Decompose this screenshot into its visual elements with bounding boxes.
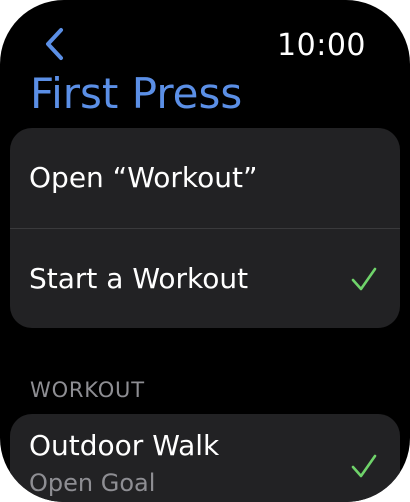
chevron-left-icon	[46, 28, 63, 60]
workout-item-outdoor-walk[interactable]: Outdoor Walk Open Goal	[10, 414, 400, 502]
back-button[interactable]	[38, 26, 70, 62]
status-time: 10:00	[277, 28, 366, 63]
first-press-options: Open “Workout” Start a Workout	[10, 128, 400, 328]
watch-screen: 10:00 First Press Open “Workout” Start a…	[0, 0, 410, 502]
workout-item-title: Outdoor Walk	[29, 429, 220, 462]
page-title: First Press	[30, 69, 243, 118]
option-label: Start a Workout	[29, 262, 249, 295]
checkmark-icon	[351, 454, 377, 478]
workout-item-subtitle: Open Goal	[29, 469, 156, 497]
option-open-workout[interactable]: Open “Workout”	[10, 128, 400, 228]
workout-list: Outdoor Walk Open Goal	[10, 414, 400, 502]
option-label: Open “Workout”	[29, 161, 258, 194]
option-start-workout[interactable]: Start a Workout	[10, 228, 400, 328]
checkmark-icon	[351, 267, 377, 291]
section-header-workout: WORKOUT	[30, 378, 145, 402]
